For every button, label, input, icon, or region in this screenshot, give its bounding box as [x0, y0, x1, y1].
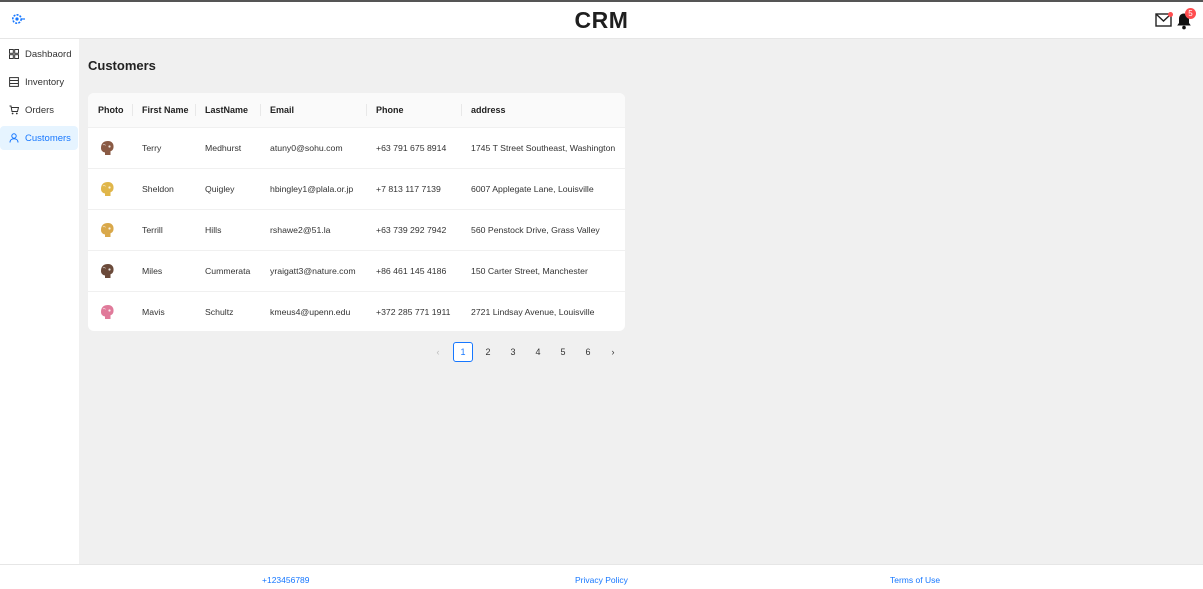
customer-avatar	[101, 304, 114, 319]
user-icon	[9, 133, 19, 143]
phone-cell: +63 739 292 7942	[366, 209, 461, 251]
pagination-prev-button[interactable]: ‹	[428, 342, 448, 362]
table-row[interactable]: Miles Cummerata yraigatt3@nature.com +86 46…	[88, 250, 625, 292]
first-name-cell: Terrill	[132, 209, 195, 251]
table-row[interactable]: Terry Medhurst atuny0@sohu.com +63 791 675 …	[88, 127, 625, 169]
email-cell: hbingley1@plala.or.jp	[260, 168, 366, 210]
email-cell: atuny0@sohu.com	[260, 127, 366, 169]
customer-avatar	[101, 140, 114, 155]
column-header-first-name: First Name	[132, 93, 195, 128]
sidebar-item-inventory[interactable]: Inventory	[0, 70, 78, 94]
column-header-phone: Phone	[366, 93, 461, 128]
column-header-photo: Photo	[88, 93, 132, 128]
sidebar-item-orders[interactable]: Orders	[0, 98, 78, 122]
sidebar-item-customers[interactable]: Customers	[0, 126, 78, 150]
first-name-cell: Sheldon	[132, 168, 195, 210]
first-name-cell: Miles	[132, 250, 195, 292]
customer-avatar	[101, 181, 114, 196]
cart-icon	[9, 105, 19, 115]
photo-cell	[88, 168, 132, 210]
table-header-row: Photo First Name LastName Email Phone ad…	[88, 93, 625, 128]
footer-terms-link[interactable]: Terms of Use	[890, 575, 940, 585]
photo-cell	[88, 127, 132, 169]
app-title: CRM	[574, 7, 629, 33]
sidebar-item-label: Customers	[25, 132, 71, 144]
email-cell: rshawe2@51.la	[260, 209, 366, 251]
photo-cell	[88, 250, 132, 292]
notification-badge: 5	[1185, 8, 1196, 19]
phone-cell: +63 791 675 8914	[366, 127, 461, 169]
pagination-page-1[interactable]: 1	[453, 342, 473, 362]
last-name-cell: Hills	[195, 209, 260, 251]
phone-cell: +7 813 117 7139	[366, 168, 461, 210]
first-name-cell: Mavis	[142, 306, 165, 317]
photo-cell	[88, 209, 132, 251]
last-name-cell: Schultz	[205, 306, 234, 317]
footer-privacy-link[interactable]: Privacy Policy	[575, 575, 628, 585]
sidebar-item-label: Inventory	[25, 76, 65, 88]
customers-table-card: Photo First Name LastName Email Phone ad…	[88, 93, 625, 331]
email-cell: yraigatt3@nature.com	[260, 250, 366, 292]
last-name-cell: Quigley	[195, 168, 260, 210]
address-cell: 2721 Lindsay Avenue, Louisville	[471, 306, 595, 317]
dashboard-grid-icon	[9, 49, 19, 59]
first-name-cell: Terry	[132, 127, 195, 169]
table-row[interactable]: Sheldon Quigley hbingley1@plala.or.jp +7 81…	[88, 168, 625, 210]
pagination-page-3[interactable]: 3	[503, 342, 523, 362]
last-name-cell: Medhurst	[195, 127, 260, 169]
sidebar-item-dashboard[interactable]: Dashbaord	[0, 42, 78, 66]
column-header-address: address	[461, 93, 625, 128]
pagination-page-4[interactable]: 4	[528, 342, 548, 362]
address-cell: 150 Carter Street, Manchester	[461, 250, 625, 292]
page-title: Customers	[88, 58, 156, 73]
main-content: Customers Photo First Name LastName Emai…	[80, 39, 1203, 564]
table-row[interactable]: Mavis Schultz kmeus4@upenn.edu +372 285 771…	[88, 291, 625, 331]
email-cell: kmeus4@upenn.edu	[270, 306, 351, 317]
phone-cell: +86 461 145 4186	[366, 250, 461, 292]
customer-avatar	[101, 263, 114, 278]
sidebar-item-label: Orders	[25, 104, 55, 116]
photo-cell	[88, 291, 132, 331]
inventory-icon	[9, 77, 19, 87]
footer: +123456789 Privacy Policy Terms of Use	[0, 564, 1203, 589]
sidebar: Dashbaord Inventory Orders Customers	[0, 39, 80, 564]
customer-avatar	[101, 222, 114, 237]
phone-cell: +372 285 771 1911	[376, 306, 451, 317]
mail-unread-dot	[1168, 12, 1173, 17]
pagination-page-6[interactable]: 6	[578, 342, 598, 362]
column-header-email: Email	[260, 93, 366, 128]
address-cell: 560 Penstock Drive, Grass Valley	[461, 209, 625, 251]
last-name-cell: Cummerata	[195, 250, 260, 292]
customers-table: Photo First Name LastName Email Phone ad…	[88, 93, 625, 331]
footer-phone-link[interactable]: +123456789	[262, 575, 310, 585]
sidebar-item-label: Dashbaord	[25, 48, 72, 60]
pagination-next-button[interactable]: ›	[603, 342, 623, 362]
pagination-page-2[interactable]: 2	[478, 342, 498, 362]
pagination: ‹ 1 2 3 4 5 6 ›	[428, 342, 628, 362]
address-cell: 1745 T Street Southeast, Washington	[461, 127, 625, 169]
app-header: CRM 5	[0, 2, 1203, 39]
pagination-page-5[interactable]: 5	[553, 342, 573, 362]
table-row[interactable]: Terrill Hills rshawe2@51.la +63 739 292 794…	[88, 209, 625, 251]
address-cell: 6007 Applegate Lane, Louisville	[461, 168, 625, 210]
column-header-last-name: LastName	[195, 93, 260, 128]
